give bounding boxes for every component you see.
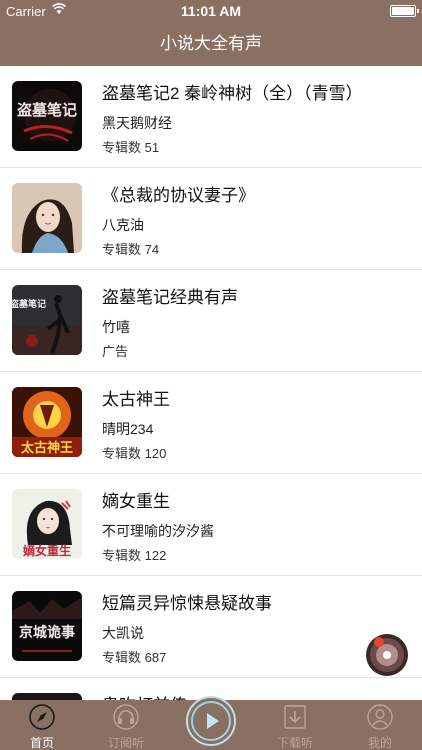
legitimate-daughter-cover-image: 嫡女重生: [12, 489, 82, 559]
ancient-god-king-cover-image: 太古神王: [12, 387, 82, 457]
play-icon: [191, 701, 231, 741]
tomb-classic-cover-image: 盗墓笔记: [12, 285, 82, 355]
album-author: 不可理喻的汐汐酱: [102, 523, 214, 539]
tab-subscribe[interactable]: 订阅听: [84, 700, 168, 750]
status-time: 11:01 AM: [180, 3, 242, 19]
cover-art-text: 盗墓笔记: [17, 101, 77, 119]
album-author: 晴明234: [102, 421, 154, 437]
album-count: 专辑数 687: [102, 650, 167, 665]
cover-art-text: 盗墓笔记: [12, 298, 46, 310]
tab-download[interactable]: 下载听: [253, 700, 337, 750]
tab-label: 下载听: [276, 736, 313, 750]
tab-label: 订阅听: [107, 736, 144, 750]
tab-label: 我的: [367, 736, 392, 750]
album-title: 嫡女重生: [102, 492, 170, 511]
album-title: 《总裁的协议妻子》: [102, 186, 255, 205]
ceo-wife-cover-image: [12, 183, 82, 253]
album-author: 黑天鹅财经: [102, 115, 172, 131]
album-author: 大凯说: [102, 625, 144, 641]
album-row[interactable]: 《总裁的协议妻子》 八克油 专辑数 74: [0, 168, 422, 270]
album-count: 专辑数 122: [102, 548, 167, 563]
album-title: 盗墓笔记经典有声: [102, 288, 238, 307]
tab-profile[interactable]: 我的: [338, 700, 422, 750]
headphones-icon: [113, 704, 139, 730]
download-icon: [284, 705, 306, 729]
user-icon: [367, 704, 393, 730]
album-author: 八克油: [102, 217, 144, 233]
album-title: 鬼吹灯前传: [102, 691, 187, 700]
page-title: 小说大全有声: [160, 34, 262, 53]
album-count: 专辑数 51: [102, 140, 160, 155]
cover-art-text: 京城诡事: [19, 624, 75, 641]
battery-icon: [390, 5, 419, 17]
album-count: 专辑数 74: [102, 242, 160, 257]
album-author: 竹嘻: [102, 319, 130, 335]
floating-record-disc-button[interactable]: [365, 633, 409, 677]
tab-home[interactable]: 首页: [0, 700, 84, 750]
status-bar: Carrier 11:01 AM: [0, 0, 422, 22]
album-title: 盗墓笔记2 秦岭神树（全）（青雪）: [102, 84, 363, 103]
cover-art-text: 嫡女重生: [23, 543, 71, 558]
album-count: 专辑数 120: [102, 446, 167, 461]
tomb-notes-cover-image: 盗墓笔记: [12, 81, 82, 151]
compass-icon: [29, 704, 55, 730]
cover-art-text: 太古神王: [20, 440, 73, 456]
album-title: 太古神王: [102, 390, 170, 409]
tab-label: 首页: [29, 736, 54, 750]
navigation-bar: 小说大全有声: [0, 22, 422, 66]
album-title: 短篇灵异惊悚悬疑故事: [102, 594, 272, 613]
album-row[interactable]: 盗墓笔记 盗墓笔记2 秦岭神树（全）（青雪） 黑天鹅财经 专辑数 51: [0, 66, 422, 168]
album-row[interactable]: 嫡女重生 嫡女重生 不可理喻的汐汐酱 专辑数 122: [0, 474, 422, 576]
play-button[interactable]: [186, 696, 236, 746]
album-list[interactable]: 盗墓笔记 盗墓笔记2 秦岭神树（全）（青雪） 黑天鹅财经 专辑数 51 《总裁的…: [0, 66, 422, 700]
album-row[interactable]: 盗墓笔记 盗墓笔记经典有声 竹嘻 广告: [0, 270, 422, 372]
ad-label: 广告: [102, 344, 129, 359]
partial-cover-image: [12, 693, 82, 700]
tab-bar: 首页 订阅听 下载听 我的: [0, 696, 422, 750]
album-row[interactable]: 太古神王 太古神王 晴明234 专辑数 120: [0, 372, 422, 474]
album-row[interactable]: 京城诡事 短篇灵异惊悚悬疑故事 大凯说 专辑数 687: [0, 576, 422, 678]
thriller-stories-cover-image: 京城诡事: [12, 591, 82, 661]
